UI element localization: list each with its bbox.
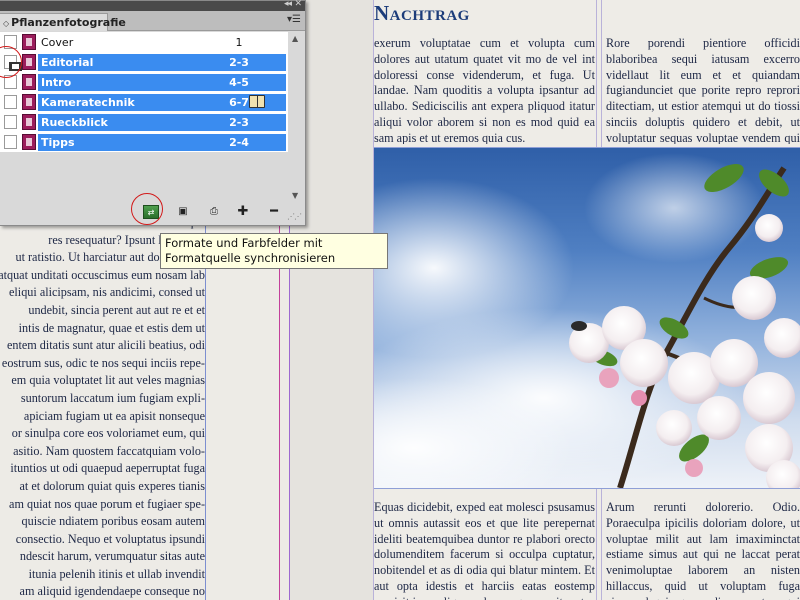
text-line: or sinulpa core eos voloriamet eum, qui — [11, 426, 205, 441]
document-name: Tipps — [41, 136, 75, 149]
book-document-list[interactable]: Cover 1 Editorial 2-3 Intro 4-5 Kameratechnik 6… — [0, 32, 288, 152]
text-line: quiscie ndiatem poribus eosam autem — [21, 514, 205, 529]
book-document-row[interactable]: Cover 1 — [0, 32, 288, 52]
left-page-text: nim et rehenia doloriorem queres resequa… — [0, 214, 205, 600]
text-line: am quiat nos quae porum et fugiaer spe- — [9, 496, 205, 511]
blossom-photo — [374, 153, 800, 488]
scroll-up-icon[interactable]: ▲ — [292, 34, 298, 43]
style-source-cell[interactable] — [4, 135, 17, 149]
text-line: undebit, sincia perent aut aut re et et — [28, 302, 205, 317]
panel-tab-row: ◇ Pflanzenfotografie ▾☰ — [0, 11, 305, 31]
book-document-row[interactable]: Tipps 2-4 — [0, 132, 288, 152]
text-frame-col2-bottom[interactable]: Arum rerunti dolorerio. Odio. Poraeculpa… — [606, 500, 800, 600]
text-line: ituntios ut odi quaepud aeperruptat fuga — [10, 461, 205, 476]
tooltip: Formate und Farbfelder mit Formatquelle … — [160, 233, 388, 269]
indesign-document-icon — [22, 74, 36, 90]
text-line: suntorum laccatum ium fugiam expli- — [20, 390, 205, 405]
print-book-button[interactable]: ⎙ — [206, 205, 222, 219]
scroll-down-icon[interactable]: ▼ — [292, 191, 298, 200]
page-heading[interactable]: Nachtrag — [374, 1, 470, 26]
document-name: Cover — [41, 36, 74, 49]
chevron-icon: ◇ — [3, 19, 10, 28]
book-document-row[interactable]: Kameratechnik 6-7 — [0, 92, 288, 112]
add-document-button[interactable]: ✚ — [235, 205, 251, 219]
text-line: apiciam fugiam ut ea apisit nonseque — [23, 408, 205, 423]
list-scrollbar[interactable]: ▲ ▼ — [288, 32, 305, 202]
save-book-button[interactable]: ▣ — [175, 205, 191, 219]
text-frame-col2-top[interactable]: Rore porendi pientiore officidi blaborib… — [606, 36, 800, 144]
text-line: at et dolorum quiat quis experes tianis — [19, 478, 205, 493]
text-line: em quia voluptatet lit aut veles magnias — [11, 373, 205, 388]
tab-book[interactable]: ◇ Pflanzenfotografie — [0, 13, 126, 31]
indesign-document-icon — [22, 134, 36, 150]
book-document-row[interactable]: Editorial 2-3 — [0, 52, 288, 72]
document-name: Kameratechnik — [41, 96, 135, 109]
text-line: atquat unditati occuscimus eum nosam lab — [0, 267, 205, 282]
panel-menu-icon[interactable]: ▾☰ — [287, 14, 301, 25]
document-name: Rueckblick — [41, 116, 108, 129]
frame-edge — [374, 488, 800, 489]
text-frame-col1-top[interactable]: exerum voluptatae cum et volupta cum dol… — [374, 36, 595, 144]
book-panel[interactable]: ◂◂ ✕ ◇ Pflanzenfotografie ▾☰ Cover 1 Editor… — [0, 0, 306, 226]
text-line: itunia pelenih itinis et ullab invendit — [28, 566, 205, 581]
close-icon[interactable]: ✕ — [294, 0, 302, 9]
highlight-circle — [131, 193, 163, 225]
panel-title-bar[interactable]: ◂◂ ✕ — [0, 0, 305, 11]
text-line: am aliquid igendendaepe conseque no — [19, 584, 205, 599]
style-source-cell[interactable] — [4, 95, 17, 109]
text-line: eliqui alicipsam, nis andicimi, consed u… — [9, 285, 205, 300]
document-open-icon — [249, 95, 265, 108]
indesign-document-icon — [22, 54, 36, 70]
indesign-document-icon — [22, 94, 36, 110]
page-range: 2-3 — [229, 56, 249, 69]
text-line: entem ditatis sunt atur alicili beatius,… — [6, 338, 205, 353]
page-range: 2-4 — [229, 136, 249, 149]
text-line: consectio. Nequo et voluptatus ipsundi — [15, 531, 205, 546]
resize-grip-icon[interactable]: ⋰⋰ — [287, 212, 302, 221]
text-line: asitio. Nam quostem faccatquiam volo- — [13, 443, 205, 458]
book-document-row[interactable]: Rueckblick 2-3 — [0, 112, 288, 132]
indesign-document-icon — [22, 114, 36, 130]
style-source-cell[interactable] — [4, 115, 17, 129]
remove-document-button[interactable]: ━ — [266, 205, 282, 219]
tab-book-label: Pflanzenfotografie — [11, 16, 126, 29]
page-range: 2-3 — [229, 116, 249, 129]
document-name: Editorial — [41, 56, 94, 69]
book-document-row[interactable]: Intro 4-5 — [0, 72, 288, 92]
page-range: 1 — [235, 36, 243, 49]
photo-frame[interactable] — [374, 148, 800, 488]
text-frame-col1-bottom[interactable]: Equas dicidebit, exped eat molesci psusa… — [374, 500, 595, 600]
page-range: 4-5 — [229, 76, 249, 89]
text-line: eostrum sus, odic te nos sequi inciis re… — [1, 355, 205, 370]
text-line: intis de magnatur, quae et estis dem ut — [18, 320, 205, 335]
text-line: ndescit harum, verumquatur sitas aute — [19, 549, 205, 564]
collapse-icon[interactable]: ◂◂ — [284, 0, 292, 9]
document-name: Intro — [41, 76, 72, 89]
indesign-document-icon — [22, 34, 36, 50]
